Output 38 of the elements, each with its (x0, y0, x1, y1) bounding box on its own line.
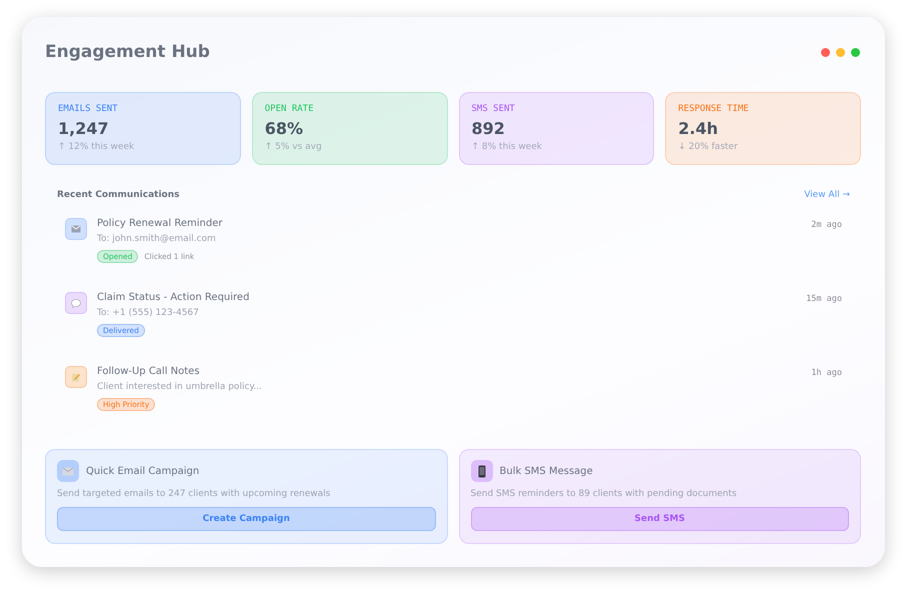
action-button[interactable]: Send SMS (470, 507, 849, 531)
message-detail: To: john.smith@email.com (97, 234, 217, 244)
stat-label: OPEN RATE (264, 104, 315, 114)
stat-change: ↑ 8% this week (472, 142, 543, 152)
view-all-link[interactable]: View All → (804, 190, 850, 200)
stat-value: 892 (472, 119, 506, 138)
stat-change: ↑ 12% this week (58, 142, 136, 152)
stat-value: 68% (264, 119, 304, 138)
message-title: Claim Status - Action Required (97, 292, 250, 305)
action-icon (57, 460, 79, 482)
message-type-icon (65, 218, 87, 240)
window-control[interactable] (821, 48, 830, 56)
stat-value: 1,247 (58, 119, 110, 138)
action-button[interactable]: Create Campaign (57, 507, 436, 531)
action-title: Bulk SMS Message (500, 466, 593, 476)
stat-label: SMS SENT (472, 104, 516, 114)
stat-label: EMAILS SENT (58, 104, 119, 114)
window-control[interactable] (851, 48, 860, 56)
message-time: 15m ago (806, 294, 842, 304)
action-description: Send targeted emails to 247 clients with upcoming renewals (57, 489, 332, 499)
stat-value: 2.4h (678, 119, 719, 138)
stat-change: ↑ 5% vs avg (264, 142, 323, 152)
action-icon (470, 460, 492, 482)
message-title: Follow-Up Call Notes (97, 366, 201, 379)
message-time: 2m ago (811, 220, 842, 230)
message-type-icon (65, 292, 87, 314)
message-title: Policy Renewal Reminder (97, 218, 224, 231)
stat-label: RESPONSE TIME (678, 104, 750, 114)
action-title: Quick Email Campaign (86, 466, 200, 476)
section-title: Recent Communications (57, 190, 180, 200)
message-detail: Client interested in umbrella policy... (97, 382, 264, 392)
message-time: 1h ago (811, 368, 842, 378)
action-description: Send SMS reminders to 89 clients with pending documents (470, 489, 738, 499)
message-type-icon (65, 366, 87, 388)
window-title: Engagement Hub (45, 42, 210, 62)
message-detail: To: +1 (555) 123-4567 (97, 308, 200, 318)
window-control[interactable] (836, 48, 845, 56)
stat-change: ↓ 20% faster (678, 142, 739, 152)
